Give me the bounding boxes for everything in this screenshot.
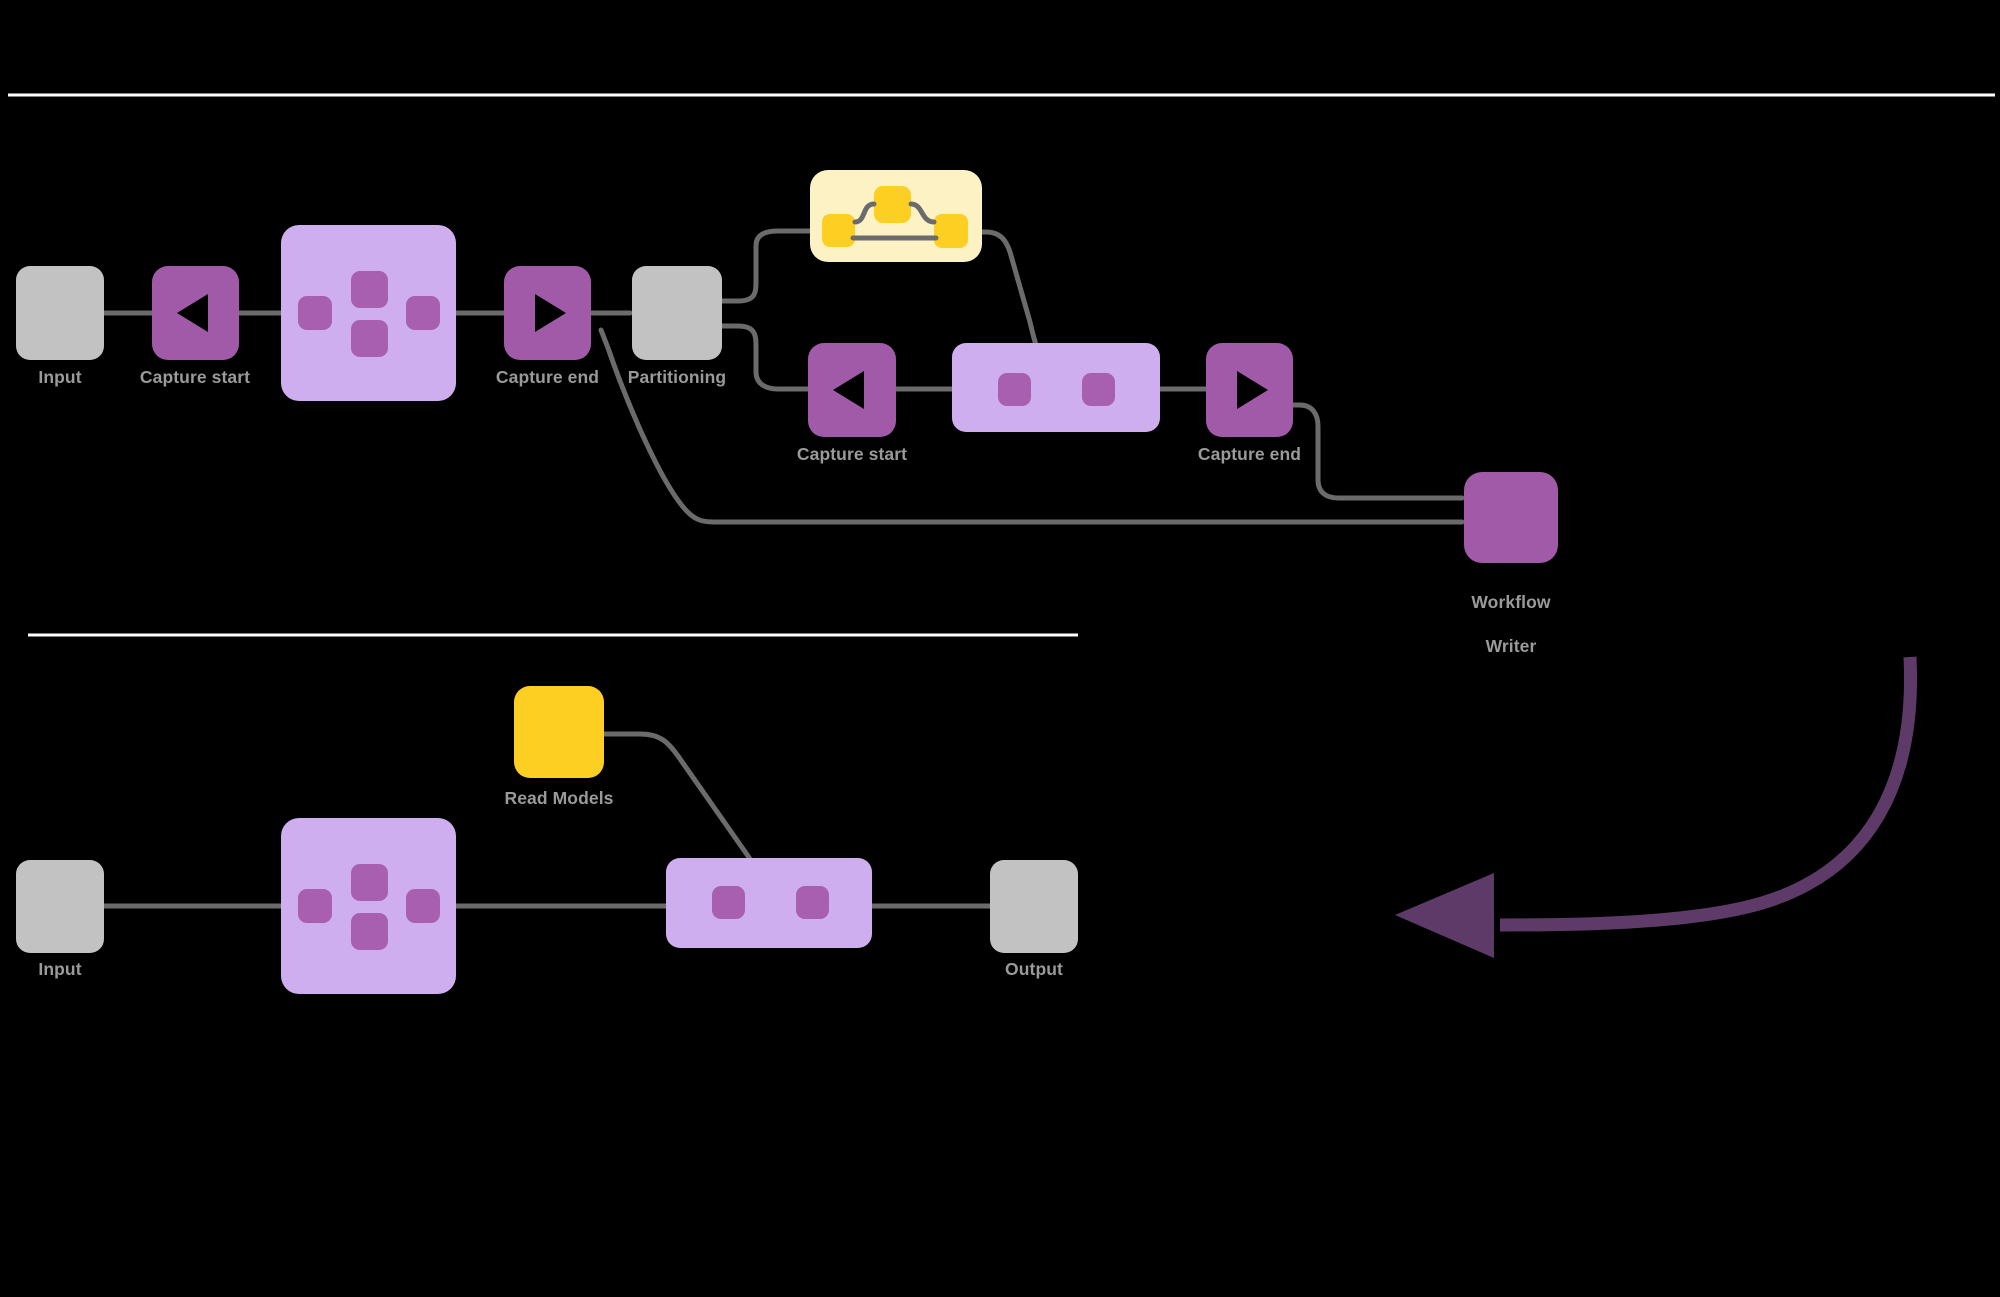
node-output-bottom[interactable]	[990, 860, 1078, 953]
node-workflow-writer[interactable]	[1464, 472, 1558, 563]
node-capture-start-mid[interactable]	[808, 343, 896, 437]
sequence-group-body-mid	[952, 343, 1160, 432]
node-capture-start-top[interactable]	[152, 266, 239, 360]
node-read-models[interactable]	[514, 686, 604, 778]
parallel-node-branch-b-bottom[interactable]	[351, 913, 388, 950]
node-layer	[16, 170, 1558, 994]
group-parallel-top[interactable]	[281, 225, 456, 401]
readmodel-node-out[interactable]	[934, 214, 968, 248]
readmodel-node-top[interactable]	[874, 186, 911, 223]
group-readmodel-yellow[interactable]	[810, 170, 982, 262]
sequence-group-body-bottom	[666, 858, 872, 948]
group-parallel-bottom[interactable]	[281, 818, 456, 994]
sequence-node-b-mid[interactable]	[1082, 373, 1115, 406]
node-input-bottom[interactable]	[16, 860, 104, 953]
node-capture-end-mid[interactable]	[1206, 343, 1293, 437]
node-input-top[interactable]	[16, 266, 104, 360]
parallel-node-branch-a-top[interactable]	[351, 271, 388, 308]
sequence-node-b-bottom[interactable]	[796, 886, 829, 919]
readmodel-node-in[interactable]	[822, 214, 855, 247]
parallel-node-in-bottom[interactable]	[298, 889, 332, 923]
parallel-node-out-top[interactable]	[406, 296, 440, 330]
parallel-node-in-top[interactable]	[298, 296, 332, 330]
node-capture-end-top[interactable]	[504, 266, 591, 360]
sequence-node-a-mid[interactable]	[998, 373, 1031, 406]
diagram-canvas: Input Capture start Capture end Partitio…	[0, 0, 2000, 1297]
parallel-node-out-bottom[interactable]	[406, 889, 440, 923]
node-partitioning[interactable]	[632, 266, 722, 360]
parallel-node-branch-b-top[interactable]	[351, 320, 388, 357]
group-sequence-mid[interactable]	[952, 343, 1160, 432]
group-sequence-bottom[interactable]	[666, 858, 872, 948]
sequence-node-a-bottom[interactable]	[712, 886, 745, 919]
parallel-node-branch-a-bottom[interactable]	[351, 864, 388, 901]
